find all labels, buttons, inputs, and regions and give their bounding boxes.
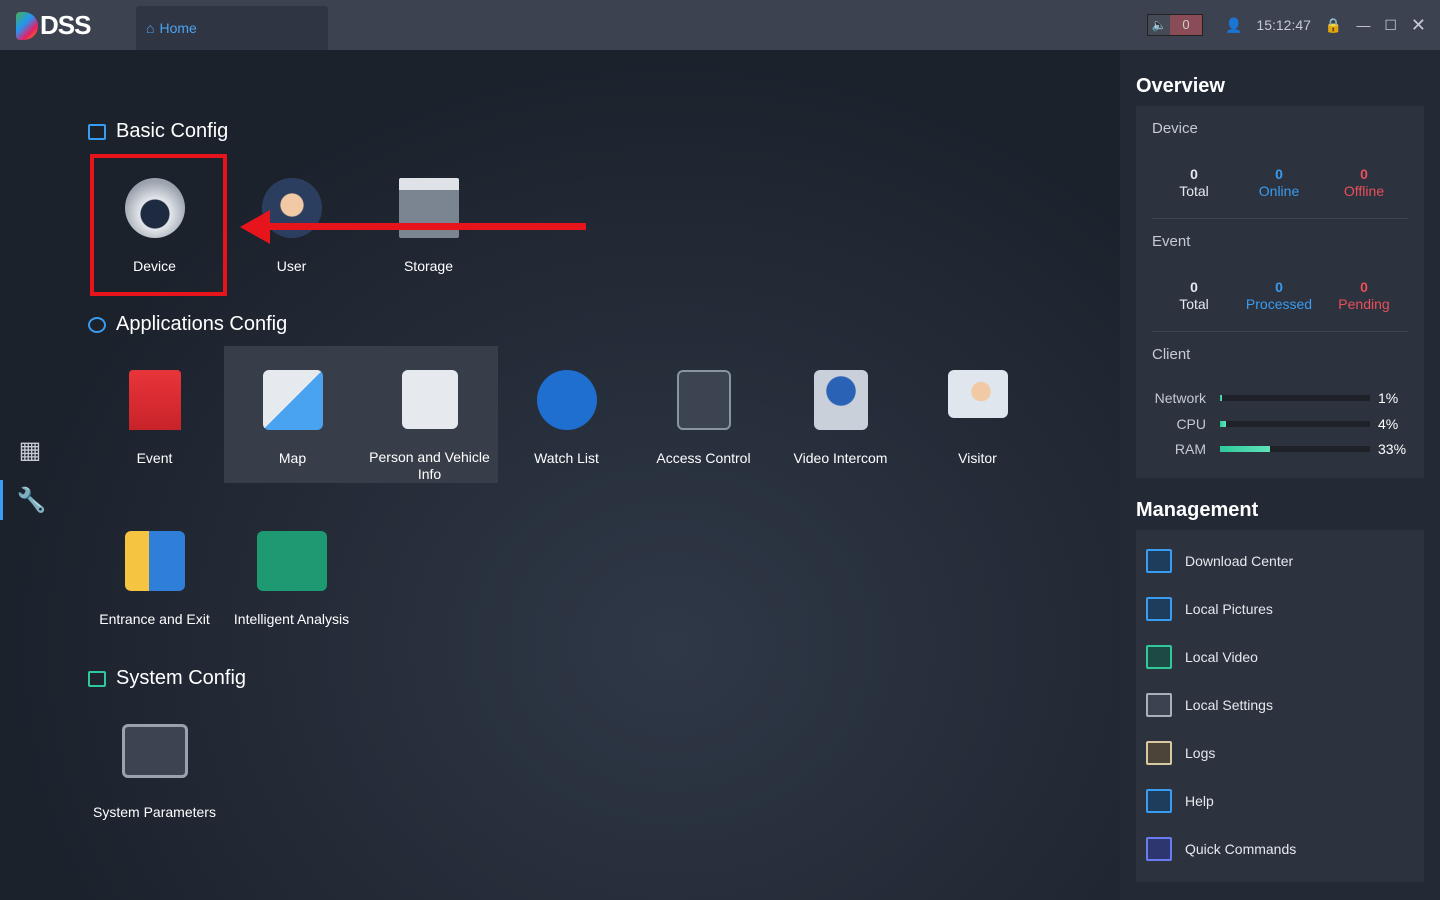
tile-system-parameters[interactable]: System Parameters <box>86 700 223 837</box>
title-bar: DSS ⌂ Home 🔈 0 👤 15:12:47 🔒 — ☐ ✕ <box>0 0 1440 50</box>
minimize-button[interactable]: — <box>1356 17 1370 33</box>
bar-fill <box>1220 446 1270 452</box>
tile-visitor[interactable]: Visitor <box>909 346 1046 483</box>
analysis-chart-icon <box>256 531 327 591</box>
close-button[interactable]: ✕ <box>1411 15 1426 36</box>
visitor-icon <box>947 370 1008 418</box>
alarm-light-icon <box>128 370 181 430</box>
cpu-bar <box>1220 421 1370 427</box>
tile-access-control[interactable]: Access Control <box>635 346 772 483</box>
film-icon <box>1146 645 1172 669</box>
bar-fill <box>1220 421 1226 427</box>
tile-video-intercom[interactable]: Video Intercom <box>772 346 909 483</box>
device-offline[interactable]: 0 Offline <box>1319 166 1409 200</box>
device-online[interactable]: 0 Online <box>1234 166 1324 200</box>
local-settings-link[interactable]: Local Settings <box>1146 693 1273 717</box>
tile-entrance-exit[interactable]: Entrance and Exit <box>86 507 223 644</box>
home-icon: ⌂ <box>146 20 155 36</box>
tile-watch-list[interactable]: Watch List <box>498 346 635 483</box>
logs-link[interactable]: Logs <box>1146 741 1215 765</box>
app-icon <box>88 316 106 333</box>
download-icon <box>1146 549 1172 573</box>
local-video-link[interactable]: Local Video <box>1146 645 1258 669</box>
tile-map[interactable]: Map <box>224 346 361 483</box>
logs-icon <box>1146 741 1172 765</box>
settings-icon <box>1146 693 1172 717</box>
clock-time: 15:12:47 <box>1256 17 1311 33</box>
network-bar <box>1220 395 1370 401</box>
picture-icon <box>1146 597 1172 621</box>
ram-bar <box>1220 446 1370 452</box>
tile-event[interactable]: Event <box>86 346 223 483</box>
download-center-link[interactable]: Download Center <box>1146 549 1293 573</box>
watch-list-icon <box>536 370 597 430</box>
divider <box>1152 218 1408 219</box>
intercom-icon <box>813 370 868 430</box>
tile-intelligent-analysis[interactable]: Intelligent Analysis <box>223 507 360 644</box>
management-card: Download Center Local Pictures Local Vid… <box>1136 530 1424 882</box>
annotation-arrow <box>258 223 586 230</box>
event-pending[interactable]: 0 Pending <box>1319 279 1409 313</box>
user-icon[interactable]: 👤 <box>1225 17 1242 34</box>
tile-person-vehicle-info[interactable]: Person and Vehicle Info <box>361 346 498 483</box>
section-applications-config: Applications Config <box>88 313 287 336</box>
dss-logo: DSS <box>16 10 91 41</box>
help-link[interactable]: Help <box>1146 789 1214 813</box>
bar-fill <box>1220 395 1222 401</box>
wrench-icon[interactable]: 🔧 <box>0 480 60 520</box>
left-sidebar: ▦ 🔧 <box>0 50 60 900</box>
code-icon <box>1146 837 1172 861</box>
access-control-icon <box>676 370 731 430</box>
local-pictures-link[interactable]: Local Pictures <box>1146 597 1273 621</box>
barrier-icon <box>124 531 185 591</box>
map-icon <box>262 370 323 430</box>
event-processed[interactable]: 0 Processed <box>1234 279 1324 313</box>
alarm-button[interactable]: 🔈 0 <box>1146 14 1203 36</box>
apps-grid-icon[interactable]: ▦ <box>0 430 60 470</box>
monitor-icon <box>88 123 106 140</box>
overview-card: Device 0 Total 0 Online 0 Offline Event 0 To… <box>1136 106 1424 478</box>
section-system-config: System Config <box>88 667 246 690</box>
help-icon <box>1146 789 1172 813</box>
management-title: Management <box>1136 499 1259 521</box>
divider <box>1152 331 1408 332</box>
overview-title: Overview <box>1136 75 1225 97</box>
system-parameters-icon <box>121 724 188 778</box>
arrow-head <box>240 210 270 244</box>
system-icon <box>88 670 106 687</box>
speaker-icon: 🔈 <box>1147 15 1170 35</box>
device-total: 0 Total <box>1179 166 1209 199</box>
section-basic-config: Basic Config <box>88 120 228 143</box>
lock-icon[interactable]: 🔒 <box>1325 17 1342 34</box>
id-card-icon <box>401 370 458 429</box>
maximize-button[interactable]: ☐ <box>1384 17 1397 34</box>
event-total: 0 Total <box>1179 279 1209 312</box>
highlight-box <box>90 154 227 296</box>
tab-home[interactable]: ⌂ Home <box>136 6 328 50</box>
quick-commands-link[interactable]: Quick Commands <box>1146 837 1296 861</box>
